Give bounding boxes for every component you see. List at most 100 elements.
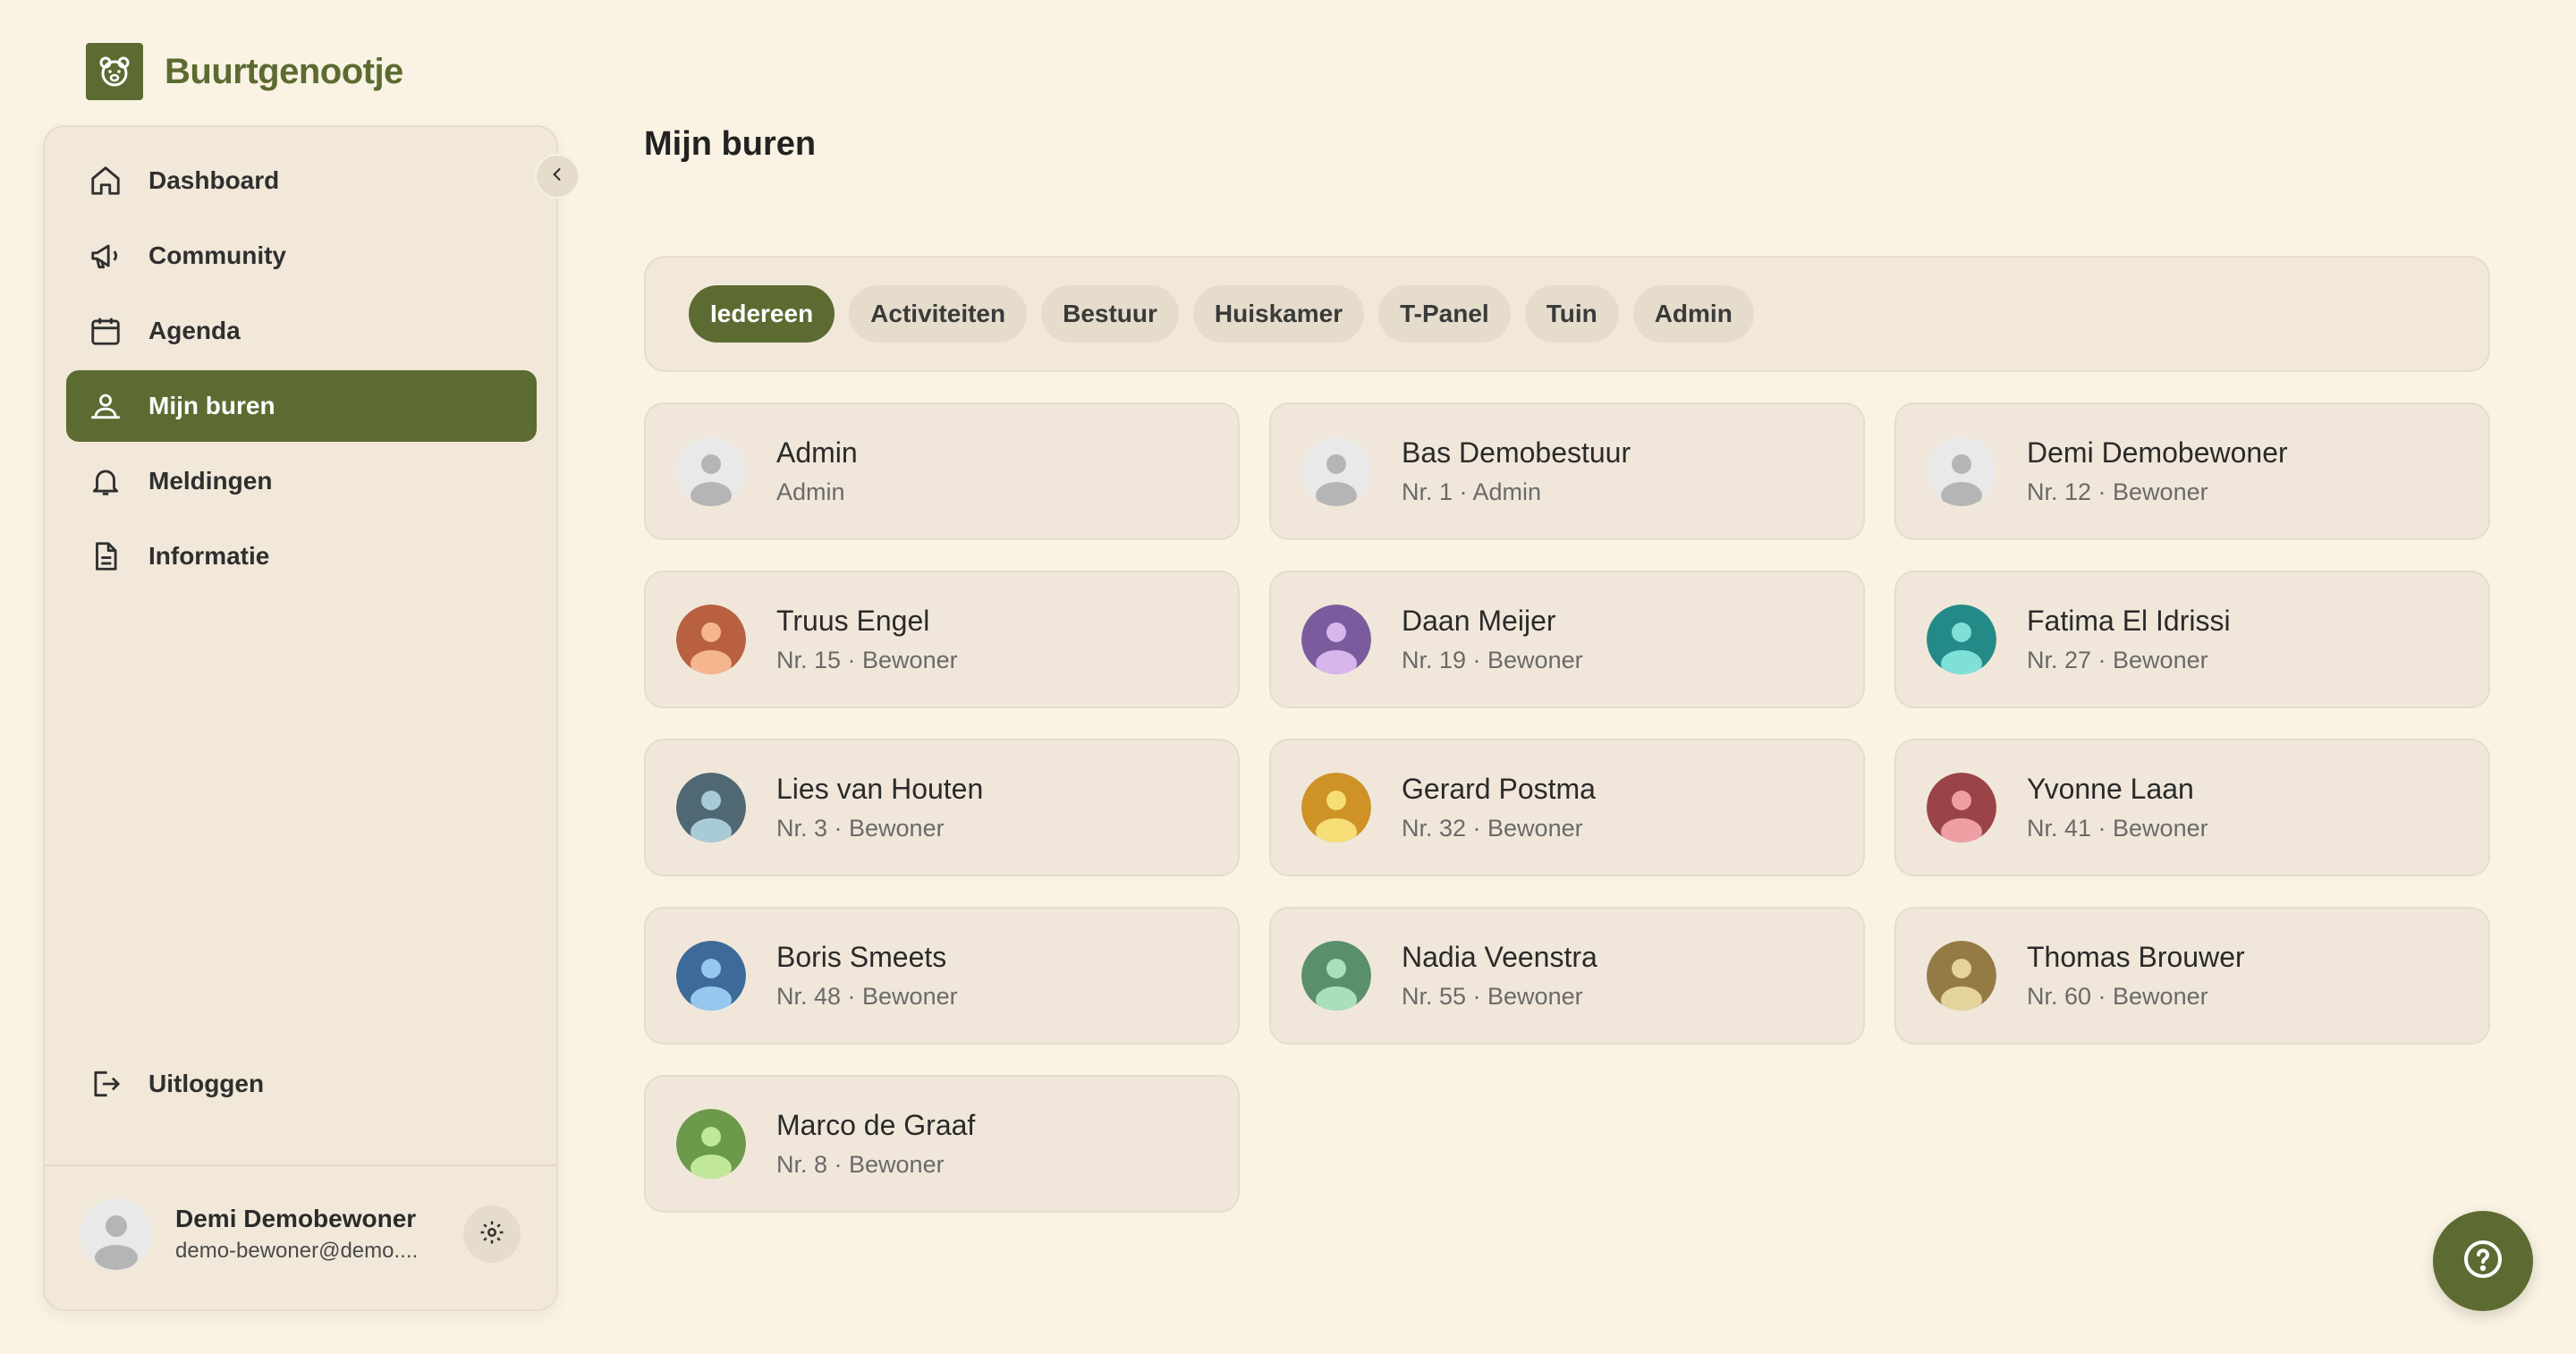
sidebar-item-community[interactable]: Community xyxy=(66,220,537,292)
neighbor-detail: Nr. 15 · Bewoner xyxy=(776,647,958,673)
neighbor-detail: Nr. 48 · Bewoner xyxy=(776,983,958,1010)
avatar xyxy=(1927,941,1996,1011)
help-icon xyxy=(2462,1238,2504,1285)
sidebar-item-informatie[interactable]: Informatie xyxy=(66,520,537,592)
avatar xyxy=(1301,605,1371,674)
neighbor-card[interactable]: Fatima El Idrissi Nr. 27 · Bewoner xyxy=(1894,571,2490,708)
avatar xyxy=(1301,436,1371,506)
filter-chip-huiskamer[interactable]: Huiskamer xyxy=(1192,285,1365,343)
neighbor-card[interactable]: Truus Engel Nr. 15 · Bewoner xyxy=(644,571,1240,708)
bell-icon xyxy=(88,463,123,499)
avatar xyxy=(676,941,746,1011)
sidebar: Dashboard Community Agenda Mijn buren Me… xyxy=(43,125,558,1311)
neighbor-name: Daan Meijer xyxy=(1402,605,1556,637)
filter-chip-activiteiten[interactable]: Activiteiten xyxy=(849,285,1028,343)
sidebar-divider xyxy=(45,1164,556,1166)
neighbor-name: Gerard Postma xyxy=(1402,773,1596,805)
neighbor-detail: Admin xyxy=(776,478,845,505)
logout-section: Uitloggen xyxy=(66,1048,537,1123)
neighbor-card[interactable]: Gerard Postma Nr. 32 · Bewoner xyxy=(1269,739,1865,876)
filter-bar: Iedereen Activiteiten Bestuur Huiskamer … xyxy=(644,256,2490,372)
logout-button[interactable]: Uitloggen xyxy=(66,1048,537,1120)
sidebar-item-meldingen[interactable]: Meldingen xyxy=(66,445,537,517)
sidebar-nav: Dashboard Community Agenda Mijn buren Me… xyxy=(66,145,537,596)
neighbor-card[interactable]: Thomas Brouwer Nr. 60 · Bewoner xyxy=(1894,907,2490,1045)
sidebar-item-dashboard[interactable]: Dashboard xyxy=(66,145,537,216)
neighbor-name: Thomas Brouwer xyxy=(2027,941,2245,973)
avatar xyxy=(1927,436,1996,506)
neighbor-detail: Nr. 3 · Bewoner xyxy=(776,815,945,842)
neighbor-card[interactable]: Admin Admin xyxy=(644,402,1240,540)
neighbor-grid: Admin Admin Bas Demobestuur Nr. 1 · Admin De… xyxy=(644,402,2490,1213)
neighbor-card[interactable]: Lies van Houten Nr. 3 · Bewoner xyxy=(644,739,1240,876)
user-profile: Demi Demobewoner demo-bewoner@demo.... xyxy=(80,1198,521,1270)
sidebar-collapse-button[interactable] xyxy=(535,154,580,199)
neighbor-name: Boris Smeets xyxy=(776,941,947,973)
bear-icon xyxy=(86,43,143,100)
avatar xyxy=(676,436,746,506)
page-title: Mijn buren xyxy=(644,125,817,163)
avatar xyxy=(1301,941,1371,1011)
chevron-left-icon xyxy=(548,165,566,188)
neighbor-detail: Nr. 8 · Bewoner xyxy=(776,1151,945,1178)
neighbor-name: Marco de Graaf xyxy=(776,1109,976,1141)
settings-button[interactable] xyxy=(463,1206,521,1263)
neighbor-card[interactable]: Nadia Veenstra Nr. 55 · Bewoner xyxy=(1269,907,1865,1045)
neighbor-name: Bas Demobestuur xyxy=(1402,436,1631,469)
neighbor-name: Admin xyxy=(776,436,858,469)
app-logo[interactable]: Buurtgenootje xyxy=(86,43,403,100)
neighbor-detail: Nr. 41 · Bewoner xyxy=(2027,815,2208,842)
neighbor-name: Fatima El Idrissi xyxy=(2027,605,2231,637)
home-icon xyxy=(88,163,123,199)
neighbor-name: Truus Engel xyxy=(776,605,930,637)
avatar[interactable] xyxy=(80,1198,152,1270)
megaphone-icon xyxy=(88,238,123,274)
filter-chip-admin[interactable]: Admin xyxy=(1632,285,1754,343)
avatar xyxy=(676,605,746,674)
neighbor-detail: Nr. 32 · Bewoner xyxy=(1402,815,1583,842)
filter-chip-bestuur[interactable]: Bestuur xyxy=(1041,285,1179,343)
neighbor-name: Demi Demobewoner xyxy=(2027,436,2288,469)
sidebar-item-label: Community xyxy=(148,241,286,269)
logout-label: Uitloggen xyxy=(148,1070,265,1097)
sidebar-item-label: Dashboard xyxy=(148,166,280,194)
sidebar-item-label: Agenda xyxy=(148,317,241,344)
logout-icon xyxy=(88,1066,123,1102)
gear-icon xyxy=(479,1219,505,1250)
neighbor-detail: Nr. 27 · Bewoner xyxy=(2027,647,2208,673)
avatar xyxy=(676,773,746,842)
app-name: Buurtgenootje xyxy=(165,51,403,91)
avatar xyxy=(676,1109,746,1179)
sidebar-item-label: Mijn buren xyxy=(148,392,275,419)
neighbor-card[interactable]: Marco de Graaf Nr. 8 · Bewoner xyxy=(644,1075,1240,1213)
neighbor-detail: Nr. 60 · Bewoner xyxy=(2027,983,2208,1010)
avatar xyxy=(1927,773,1996,842)
neighbors-icon xyxy=(88,388,123,424)
sidebar-item-label: Meldingen xyxy=(148,467,273,495)
user-email: demo-bewoner@demo.... xyxy=(175,1239,419,1263)
help-button[interactable] xyxy=(2433,1211,2533,1311)
user-name: Demi Demobewoner xyxy=(175,1205,417,1232)
neighbor-name: Nadia Veenstra xyxy=(1402,941,1597,973)
avatar xyxy=(1927,605,1996,674)
filter-chip-tuin[interactable]: Tuin xyxy=(1524,285,1619,343)
neighbor-name: Yvonne Laan xyxy=(2027,773,2194,805)
sidebar-item-agenda[interactable]: Agenda xyxy=(66,295,537,367)
neighbor-card[interactable]: Yvonne Laan Nr. 41 · Bewoner xyxy=(1894,739,2490,876)
filter-chip-t-panel[interactable]: T-Panel xyxy=(1378,285,1511,343)
neighbor-detail: Nr. 19 · Bewoner xyxy=(1402,647,1583,673)
neighbor-detail: Nr. 1 · Admin xyxy=(1402,478,1542,505)
calendar-icon xyxy=(88,313,123,349)
neighbor-card[interactable]: Daan Meijer Nr. 19 · Bewoner xyxy=(1269,571,1865,708)
document-icon xyxy=(88,538,123,574)
sidebar-item-label: Informatie xyxy=(148,542,270,570)
sidebar-item-mijn-buren[interactable]: Mijn buren xyxy=(66,370,537,442)
neighbor-detail: Nr. 55 · Bewoner xyxy=(1402,983,1583,1010)
neighbor-card[interactable]: Bas Demobestuur Nr. 1 · Admin xyxy=(1269,402,1865,540)
avatar xyxy=(1301,773,1371,842)
neighbor-detail: Nr. 12 · Bewoner xyxy=(2027,478,2208,505)
neighbor-card[interactable]: Boris Smeets Nr. 48 · Bewoner xyxy=(644,907,1240,1045)
neighbor-card[interactable]: Demi Demobewoner Nr. 12 · Bewoner xyxy=(1894,402,2490,540)
filter-chip-iedereen[interactable]: Iedereen xyxy=(689,285,835,343)
neighbor-name: Lies van Houten xyxy=(776,773,984,805)
